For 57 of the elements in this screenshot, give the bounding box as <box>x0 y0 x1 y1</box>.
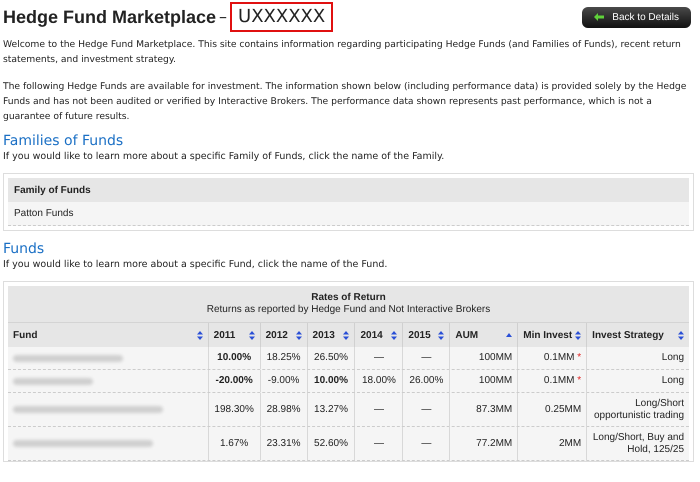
table-cell: — <box>402 393 450 426</box>
table-cell: 100MM <box>449 347 518 369</box>
sort-icon[interactable] <box>296 330 302 340</box>
column-header: Family of Funds <box>8 178 689 202</box>
section-hint: If you would like to learn more about a specific Fund, click the name of the Fund. <box>3 258 388 272</box>
table-cell: 23.31% <box>260 427 307 460</box>
sort-icon[interactable] <box>678 330 684 340</box>
sort-icon[interactable] <box>438 330 444 340</box>
table-cell: 13.27% <box>306 393 354 426</box>
table-cell: — <box>402 427 450 460</box>
table-cell: 198.30% <box>208 393 260 426</box>
table-cell: 0.1MM * <box>517 370 586 392</box>
table-cell: 52.60% <box>306 427 354 460</box>
section-heading: Families of Funds <box>3 132 124 150</box>
table-cell: 10.00% <box>306 370 354 392</box>
column-header[interactable]: Fund <box>8 323 208 347</box>
title-separator: – <box>219 6 228 28</box>
table-cell: 26.00% <box>402 370 450 392</box>
sort-icon[interactable] <box>196 330 203 340</box>
table-cell: — <box>354 347 402 369</box>
table-cell: 0.1MM * <box>517 347 586 369</box>
group-title: Rates of Return <box>311 292 386 304</box>
table-cell: 26.50% <box>306 347 354 369</box>
table-cell: Long/Short, Buy and Hold, 125/25 <box>586 427 690 460</box>
section-heading: Funds <box>3 240 46 258</box>
sort-icon[interactable] <box>343 330 350 340</box>
table-cell: 10.00% <box>208 347 260 369</box>
table-cell: 2MM <box>517 427 586 460</box>
table-cell: 1.67% <box>208 427 260 460</box>
arrow-left-icon <box>594 13 604 21</box>
intro-text: Welcome to the Hedge Fund Marketplace. This site contains information regarding participating Hedge Funds (and Families of Funds), recent return statements, and investment strategy. <box>3 38 682 67</box>
group-subtitle: Returns as reported by Hedge Fund and Not Interactive Brokers <box>206 304 490 316</box>
section-hint: If you would like to learn more about a specific Family of Funds, click the name of the Family. <box>3 150 446 164</box>
table-cell: 77.2MM <box>449 427 518 460</box>
table-cell: Long <box>586 370 690 392</box>
table-cell: 87.3MM <box>449 393 518 426</box>
sort-icon[interactable] <box>575 330 582 340</box>
table-cell: Long <box>586 347 690 369</box>
table-cell: 18.25% <box>260 347 307 369</box>
disclaimer-text: The following Hedge Funds are available for investment. The information shown below (including performance data) is provided solely by the Hedge Funds and has not been audited or verified by Interactive Brokers. The performance data shown represents past performance, which is not a guarantee of future results. <box>3 80 688 124</box>
back-button[interactable]: Back to Details <box>582 6 691 28</box>
table-cell: — <box>402 347 450 369</box>
table-cell: — <box>354 427 402 460</box>
table-cell: 28.98% <box>260 393 307 426</box>
account-id: UXXXXXX <box>230 2 334 32</box>
sort-icon[interactable] <box>248 330 255 340</box>
table-cell: -9.00% <box>260 370 307 392</box>
family-link[interactable]: Patton Funds <box>8 202 689 226</box>
table-cell: — <box>354 393 402 426</box>
table-cell: 18.00% <box>354 370 402 392</box>
table-cell: Long/Short opportunistic trading <box>586 393 690 426</box>
page-title: Hedge Fund Marketplace <box>3 6 216 29</box>
table-cell: -20.00% <box>208 370 260 392</box>
table-cell: 100MM <box>449 370 518 392</box>
sort-icon[interactable] <box>391 330 398 340</box>
table-cell: 0.25MM <box>517 393 586 426</box>
sort-ascending-icon[interactable] <box>506 333 512 337</box>
